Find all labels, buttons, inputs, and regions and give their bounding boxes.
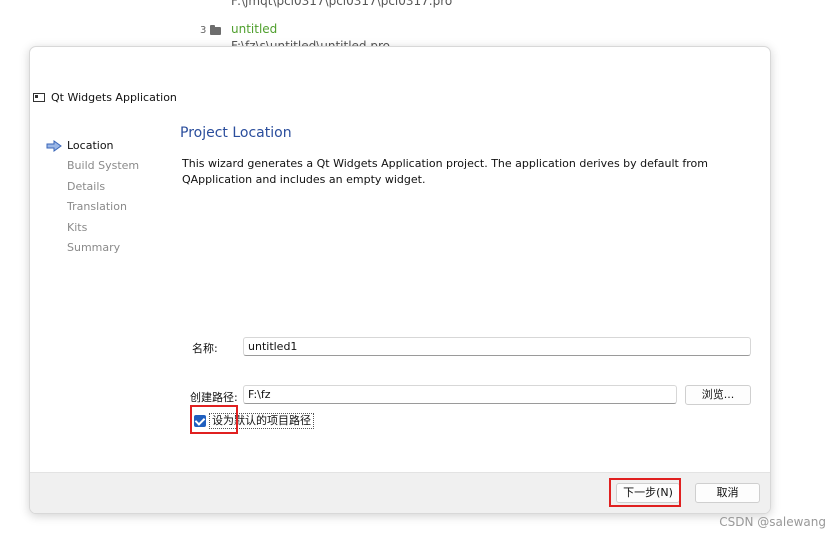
step-details: Details <box>44 179 139 199</box>
wizard-steps: Location Build System Details Translatio… <box>44 138 139 260</box>
arrow-right-icon <box>46 140 62 152</box>
page-title: Project Location <box>180 125 292 141</box>
annotation-box <box>190 405 238 434</box>
step-label: Location <box>67 139 114 152</box>
path-input[interactable] <box>243 385 677 404</box>
name-label: 名称: <box>192 342 218 355</box>
folder-icon <box>210 25 221 35</box>
step-translation: Translation <box>44 199 139 219</box>
step-label: Build System <box>67 159 140 173</box>
dialog-title-bar: Qt Widgets Application <box>33 89 177 105</box>
page-description: This wizard generates a Qt Widgets Appli… <box>182 157 708 186</box>
step-summary: Summary <box>44 240 139 260</box>
watermark: CSDN @salewang <box>719 515 826 529</box>
annotation-box <box>609 478 681 507</box>
recent-project-name[interactable]: untitled <box>231 22 277 36</box>
wizard-dialog: Qt Widgets Application Location Build Sy… <box>29 46 771 514</box>
browse-button[interactable]: 浏览... <box>685 385 751 405</box>
step-label: Translation <box>67 200 127 214</box>
step-label: Summary <box>67 240 121 254</box>
step-build-system: Build System <box>44 158 139 178</box>
step-label: Details <box>67 179 106 193</box>
step-kits: Kits <box>44 220 139 240</box>
step-location: Location <box>44 138 139 158</box>
step-label: Kits <box>67 220 88 234</box>
application-icon <box>33 92 45 102</box>
name-input[interactable] <box>243 337 751 356</box>
path-label: 创建路径: <box>190 391 238 404</box>
recent-project-path: F:\jmqt\pcl0317\pcl0317\pcl0317.pro <box>231 0 453 8</box>
recent-project-number: 3 <box>200 25 207 36</box>
cancel-button[interactable]: 取消 <box>695 483 760 503</box>
dialog-title: Qt Widgets Application <box>51 90 177 104</box>
